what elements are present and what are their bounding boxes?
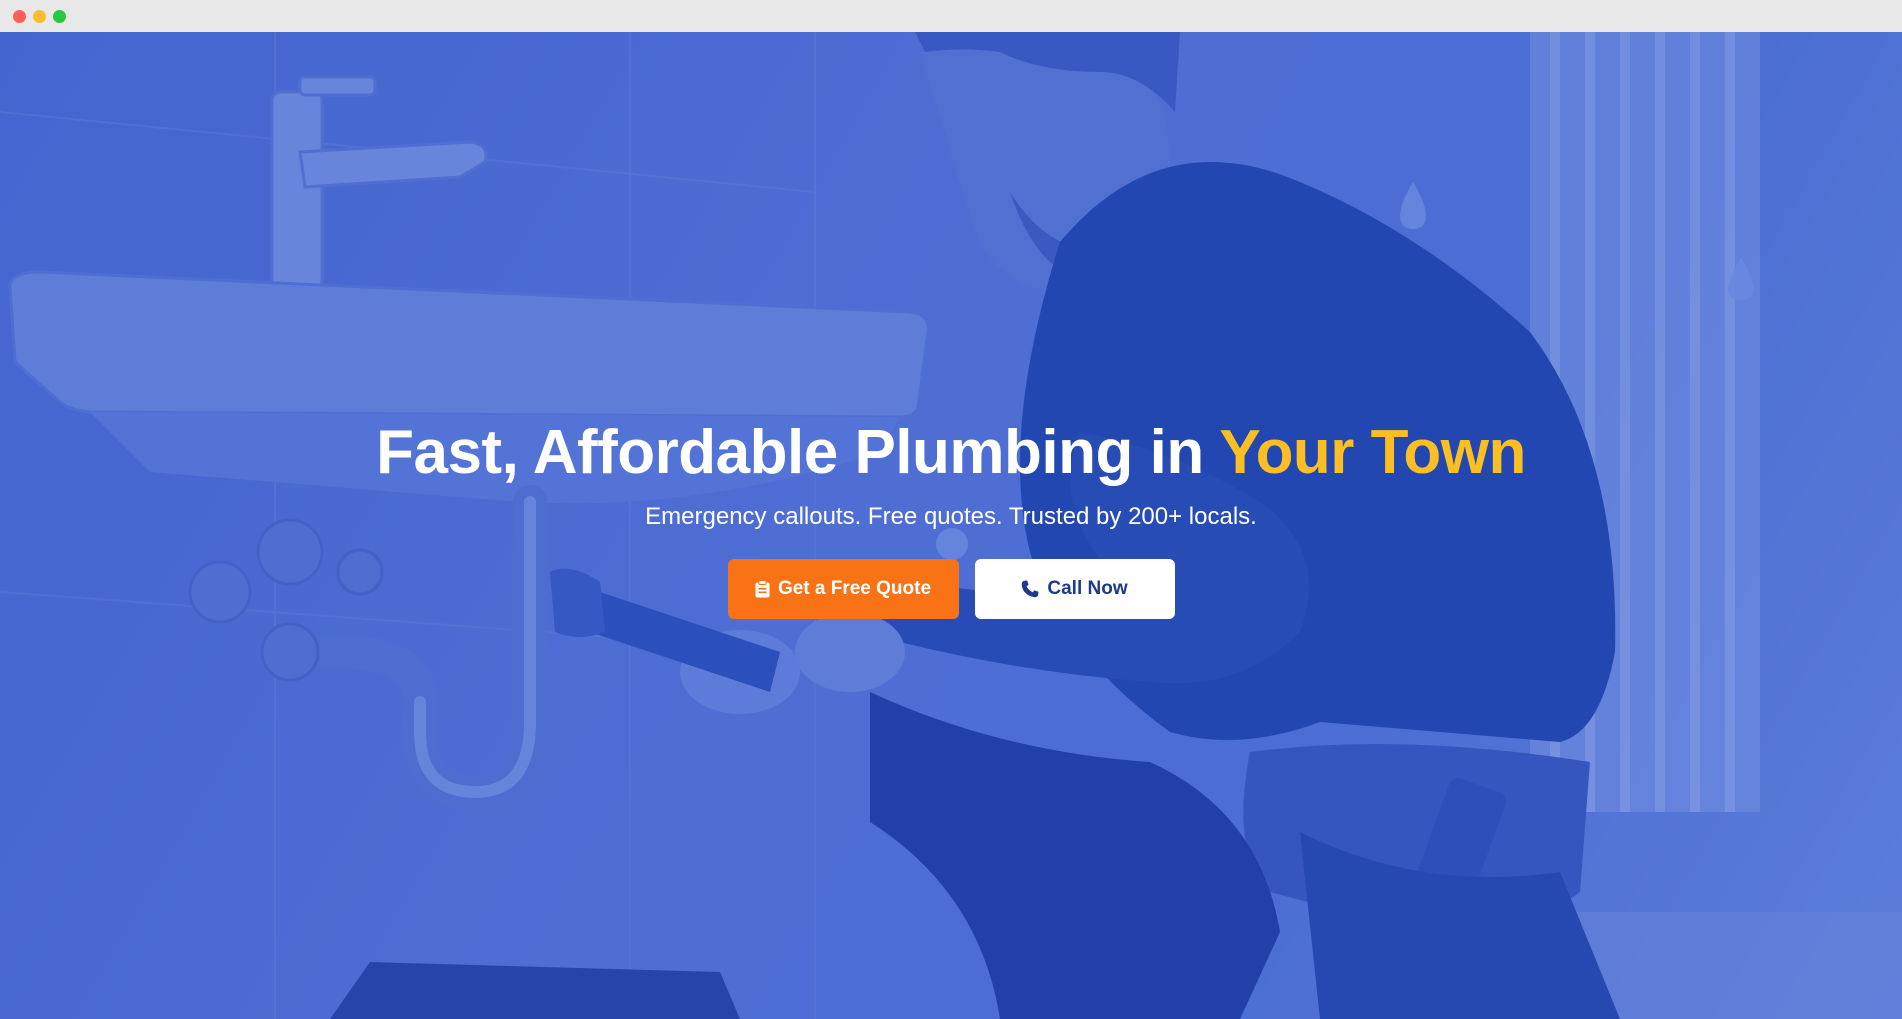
get-free-quote-label: Get a Free Quote: [777, 578, 932, 599]
clipboard-icon: [755, 580, 770, 598]
headline-main-text: Fast, Affordable Plumbing in: [376, 418, 1220, 487]
browser-window: Fast, Affordable Plumbing in Your Town E…: [0, 0, 1902, 1019]
hero-section: Fast, Affordable Plumbing in Your Town E…: [0, 32, 1902, 1019]
phone-icon: [1021, 580, 1039, 598]
hero-content: Fast, Affordable Plumbing in Your Town E…: [0, 415, 1902, 619]
cta-buttons: Get a Free Quote Call Now: [0, 559, 1902, 619]
hero-subheadline: Emergency callouts. Free quotes. Trusted…: [645, 503, 1257, 530]
get-free-quote-button[interactable]: Get a Free Quote: [727, 559, 959, 619]
call-now-button[interactable]: Call Now: [974, 559, 1175, 619]
minimize-window-button[interactable]: [33, 10, 46, 23]
maximize-window-button[interactable]: [53, 10, 66, 23]
window-titlebar: [0, 0, 1902, 32]
call-now-label: Call Now: [1047, 578, 1128, 599]
headline-accent-text: Your Town: [1219, 418, 1526, 487]
hero-headline: Fast, Affordable Plumbing in Your Town: [0, 415, 1902, 491]
close-window-button[interactable]: [13, 10, 26, 23]
